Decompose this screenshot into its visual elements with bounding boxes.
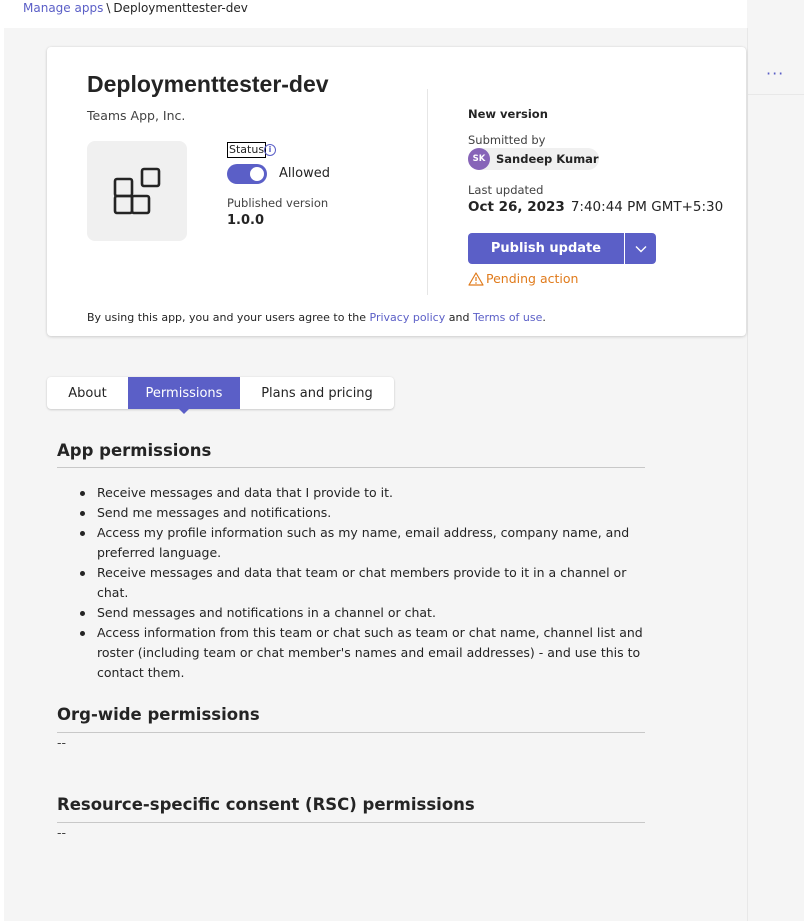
tab-permissions[interactable]: Permissions: [128, 377, 240, 414]
info-icon[interactable]: i: [264, 144, 276, 156]
avatar: SK: [468, 148, 490, 170]
right-rail: ···: [747, 28, 804, 921]
tab-plans-and-pricing[interactable]: Plans and pricing: [240, 377, 394, 409]
submitted-by-label: Submitted by: [468, 133, 546, 147]
rsc-permissions-title: Resource-specific consent (RSC) permissi…: [57, 795, 475, 814]
list-item: Access information from this team or cha…: [80, 623, 657, 683]
rsc-permissions-value: --: [57, 825, 67, 840]
list-item: Access my profile information such as my…: [80, 523, 657, 563]
left-rail: [0, 0, 4, 921]
status-toggle[interactable]: [227, 164, 267, 184]
breadcrumb: Manage apps \ Deploymenttester-dev: [4, 0, 747, 28]
status-label: Status: [227, 142, 267, 158]
app-title: Deploymenttester-dev: [87, 71, 329, 97]
list-item: Send me messages and notifications.: [80, 503, 657, 523]
warning-icon: [468, 271, 484, 286]
org-wide-permissions-title: Org-wide permissions: [57, 705, 260, 724]
pending-action-status: Pending action: [468, 271, 578, 286]
privacy-policy-link[interactable]: Privacy policy: [370, 311, 446, 324]
published-version-label: Published version: [227, 196, 329, 210]
tab-about[interactable]: About: [47, 377, 128, 409]
last-updated-value: Oct 26, 2023 7:40:44 PM GMT+5:30: [468, 199, 723, 215]
list-item: Receive messages and data that I provide…: [80, 483, 657, 503]
last-updated-label: Last updated: [468, 183, 544, 197]
app-grid-icon: [113, 167, 161, 215]
section-divider: [57, 822, 645, 823]
submitter-chip[interactable]: SK Sandeep Kumar: [468, 148, 599, 170]
pending-action-text: Pending action: [486, 271, 579, 286]
terms-and: and: [448, 311, 470, 324]
app-permissions-list: Receive messages and data that I provide…: [80, 483, 657, 683]
terms-suffix: .: [542, 311, 546, 324]
breadcrumb-separator: \: [106, 1, 111, 15]
more-options-icon[interactable]: ···: [766, 64, 784, 83]
publish-options-button[interactable]: [625, 233, 656, 264]
terms-notice: By using this app, you and your users ag…: [87, 311, 546, 324]
rail-divider: [748, 94, 804, 95]
app-permissions-title: App permissions: [57, 441, 212, 460]
section-divider: [57, 467, 645, 468]
section-divider: [57, 732, 645, 733]
last-updated-date: Oct 26, 2023: [468, 199, 565, 215]
toggle-knob: [250, 167, 264, 181]
breadcrumb-current: Deploymenttester-dev: [113, 1, 248, 15]
publish-update-split-button: Publish update: [468, 233, 656, 264]
submitter-name: Sandeep Kumar: [496, 152, 599, 166]
last-updated-time: 7:40:44 PM GMT+5:30: [570, 199, 724, 215]
published-version-value: 1.0.0: [227, 213, 265, 228]
new-version-heading: New version: [468, 107, 548, 121]
chevron-down-icon: [635, 245, 646, 252]
list-item: Send messages and notifications in a cha…: [80, 603, 657, 623]
status-value: Allowed: [279, 166, 330, 181]
tab-bar: About Permissions Plans and pricing: [47, 377, 394, 414]
breadcrumb-manage-apps-link[interactable]: Manage apps: [23, 1, 103, 15]
vertical-divider: [427, 89, 428, 295]
terms-of-use-link[interactable]: Terms of use: [473, 311, 542, 324]
terms-prefix: By using this app, you and your users ag…: [87, 311, 367, 324]
app-icon-tile: [87, 141, 187, 241]
app-publisher: Teams App, Inc.: [87, 108, 186, 123]
publish-update-button[interactable]: Publish update: [468, 233, 624, 264]
app-details-card: Deploymenttester-dev Teams App, Inc. Sta…: [47, 47, 746, 336]
org-wide-permissions-value: --: [57, 735, 67, 750]
list-item: Receive messages and data that team or c…: [80, 563, 657, 603]
